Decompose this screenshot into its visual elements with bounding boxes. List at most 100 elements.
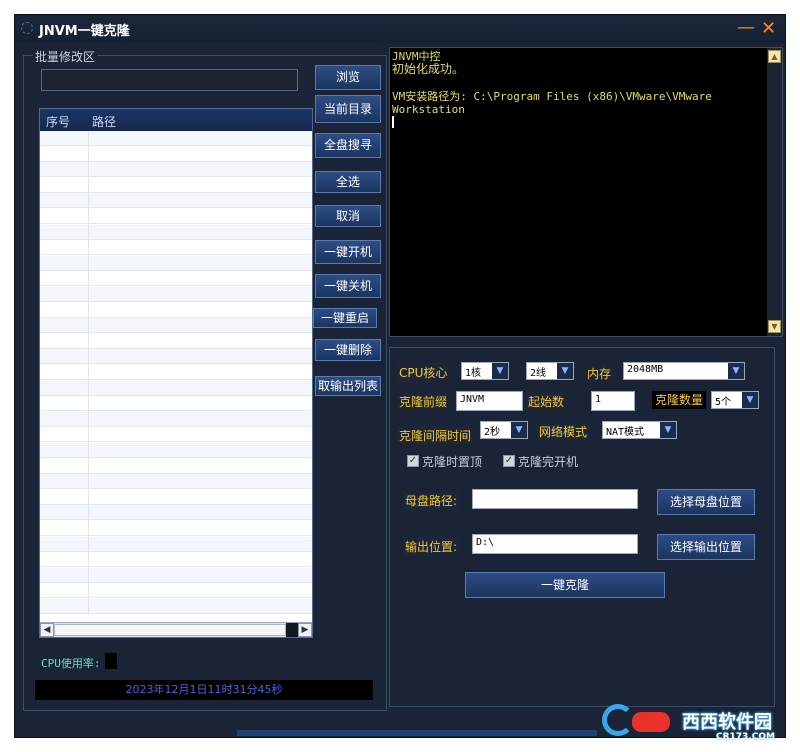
list-row[interactable] (40, 396, 312, 412)
cpu-thread-select[interactable]: 2线 ▼ (526, 362, 574, 380)
list-row[interactable] (40, 193, 312, 209)
column-header-path[interactable]: 路径 (92, 113, 116, 130)
export-list-button[interactable]: 取输出列表 (315, 376, 381, 396)
list-row[interactable] (40, 224, 312, 240)
start-number-input[interactable]: 1 (591, 391, 635, 411)
list-row[interactable] (40, 162, 312, 178)
list-row[interactable] (40, 458, 312, 474)
browse-button[interactable]: 浏览 (315, 65, 381, 90)
chevron-down-icon: ▼ (557, 363, 573, 379)
select-all-button[interactable]: 全选 (315, 171, 381, 193)
text-caret (392, 116, 394, 128)
scroll-left-icon[interactable]: ◀ (40, 623, 54, 637)
network-mode-value: NAT模式 (606, 427, 645, 438)
clone-button[interactable]: 一键克隆 (465, 572, 665, 598)
clone-interval-value: 2秒 (484, 427, 501, 438)
cpu-usage-value (105, 653, 117, 669)
network-mode-select[interactable]: NAT模式 ▼ (602, 421, 677, 439)
batch-path-input[interactable] (41, 69, 298, 91)
vm-list[interactable]: 序号 路径 ◀ ▶ (39, 108, 313, 638)
bottom-status-strip (237, 730, 597, 736)
restart-button[interactable]: 一键重启 (313, 308, 377, 328)
title-bar[interactable]: JNVM一键克隆 — ✕ (15, 15, 785, 43)
list-row[interactable] (40, 255, 312, 271)
list-row[interactable] (40, 318, 312, 334)
scroll-thumb[interactable] (54, 624, 286, 636)
list-row[interactable] (40, 302, 312, 318)
clone-boot-label: 克隆完开机 (518, 455, 579, 469)
datetime-display: 2023年12月1日11时31分45秒 (35, 680, 373, 700)
network-mode-label: 网络模式 (537, 422, 590, 441)
list-row[interactable] (40, 567, 312, 583)
parent-disk-label: 母盘路径: (403, 491, 460, 510)
list-row[interactable] (40, 333, 312, 349)
minimize-button[interactable]: — (737, 19, 755, 37)
list-row[interactable] (40, 427, 312, 443)
cpu-core-value: 1核 (465, 368, 482, 379)
close-button[interactable]: ✕ (761, 20, 776, 38)
delete-button[interactable]: 一键删除 (315, 339, 381, 361)
cpu-core-select[interactable]: 1核 ▼ (461, 362, 509, 380)
list-row[interactable] (40, 505, 312, 521)
list-row[interactable] (40, 536, 312, 552)
chevron-down-icon: ▼ (492, 363, 508, 379)
list-row[interactable] (40, 146, 312, 162)
list-row[interactable] (40, 177, 312, 193)
scroll-down-icon[interactable]: ▼ (768, 320, 781, 333)
watermark-logo: 西西软件园 CR173.COM (598, 702, 800, 752)
list-row[interactable] (40, 552, 312, 568)
list-row[interactable] (40, 521, 312, 536)
clone-interval-select[interactable]: 2秒 ▼ (480, 421, 528, 439)
list-row[interactable] (40, 599, 312, 614)
chevron-down-icon: ▼ (511, 422, 527, 438)
console-output[interactable]: JNVM中控 初始化成功。 VM安装路径为: C:\Program Files … (389, 47, 783, 337)
clone-prefix-label: 克隆前缀 (397, 392, 450, 411)
memory-select[interactable]: 2048MB ▼ (623, 362, 745, 380)
current-dir-button[interactable]: 当前目录 (315, 95, 381, 123)
console-line-4: Workstation (392, 103, 465, 116)
cancel-button[interactable]: 取消 (315, 205, 381, 227)
horizontal-scrollbar[interactable]: ◀ ▶ (40, 622, 312, 637)
list-row[interactable] (40, 271, 312, 287)
full-search-button[interactable]: 全盘搜寻 (315, 133, 381, 158)
clone-count-select[interactable]: 5个 ▼ (711, 391, 759, 409)
chevron-down-icon: ▼ (742, 392, 758, 408)
clone-count-value: 5个 (715, 397, 732, 408)
clone-prefix-input[interactable]: JNVM (456, 391, 523, 411)
power-on-button[interactable]: 一键开机 (315, 240, 381, 264)
column-header-index[interactable]: 序号 (46, 113, 70, 130)
clone-top-label: 克隆时置顶 (422, 455, 483, 469)
list-row[interactable] (40, 209, 312, 224)
clone-boot-checkbox[interactable]: ✓ (503, 455, 515, 467)
power-off-button[interactable]: 一键关机 (315, 274, 381, 298)
cpu-core-label: CPU核心 (397, 363, 450, 382)
list-row[interactable] (40, 380, 312, 396)
console-line-2: 初始化成功。 (392, 62, 465, 76)
parent-disk-input[interactable] (472, 489, 638, 509)
list-row[interactable] (40, 411, 312, 427)
console-scrollbar[interactable]: ▲ ▼ (767, 48, 782, 336)
output-location-input[interactable]: D:\ (472, 534, 638, 554)
scroll-right-icon[interactable]: ▶ (298, 623, 312, 637)
batch-group-label: 批量修改区 (33, 48, 98, 65)
list-row[interactable] (40, 131, 312, 146)
clone-count-label: 克隆数量 (652, 391, 706, 409)
chevron-down-icon: ▼ (660, 422, 676, 438)
list-row[interactable] (40, 365, 312, 380)
column-divider (88, 131, 89, 615)
list-row[interactable] (40, 583, 312, 599)
list-row[interactable] (40, 349, 312, 365)
list-row[interactable] (40, 240, 312, 256)
list-row[interactable] (40, 443, 312, 458)
watermark-badge (632, 712, 670, 732)
watermark-brand: 西西软件园 (682, 712, 772, 733)
list-row[interactable] (40, 489, 312, 505)
list-row[interactable] (40, 474, 312, 490)
cpu-thread-value: 2线 (530, 368, 547, 379)
select-output-button[interactable]: 选择输出位置 (657, 534, 755, 560)
clone-top-checkbox[interactable]: ✓ (407, 455, 419, 467)
select-parent-disk-button[interactable]: 选择母盘位置 (657, 489, 755, 515)
watermark-c-icon (602, 704, 634, 736)
scroll-up-icon[interactable]: ▲ (768, 50, 781, 63)
list-row[interactable] (40, 287, 312, 302)
